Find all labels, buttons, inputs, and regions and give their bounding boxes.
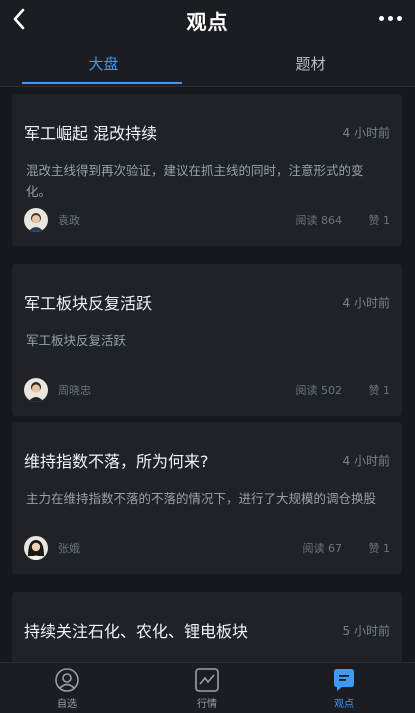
like-count[interactable]: 赞 1 xyxy=(369,382,391,398)
post-card[interactable]: 军工崛起 混改持续 4 小时前 混改主线得到再次验证，建议在抓主线的同时，注意形… xyxy=(12,94,402,246)
post-time: 5 小时前 xyxy=(342,624,390,638)
more-options-button[interactable] xyxy=(373,6,407,30)
more-dots-icon xyxy=(378,15,384,21)
read-count: 阅读 67 xyxy=(302,542,343,555)
more-dot xyxy=(396,15,402,21)
post-feed[interactable]: 军工崛起 混改持续 4 小时前 混改主线得到再次验证，建议在抓主线的同时，注意形… xyxy=(0,88,415,663)
author-name[interactable]: 周晓忠 xyxy=(58,382,91,398)
nav-label: 自选 xyxy=(57,699,77,710)
post-card[interactable]: 持续关注石化、农化、锂电板块 5 小时前 xyxy=(12,592,402,663)
post-summary: 主力在维持指数不落的不落的情况下，进行了大规模的调仓换股 xyxy=(26,491,377,506)
post-time: 4 小时前 xyxy=(342,296,390,310)
author-name[interactable]: 张娥 xyxy=(58,540,80,556)
person-avatar-icon xyxy=(28,213,44,232)
nav-market[interactable]: 行情 xyxy=(167,667,247,711)
post-summary: 军工板块反复活跃 xyxy=(26,333,127,348)
read-count: 阅读 864 xyxy=(295,214,343,227)
tab-market[interactable]: 大盘 xyxy=(0,40,207,86)
author-avatar[interactable] xyxy=(24,378,48,402)
post-title[interactable]: 维持指数不落，所为何来? xyxy=(24,448,209,472)
tab-bar: 大盘 题材 xyxy=(0,40,415,87)
like-count[interactable]: 赞 1 xyxy=(369,212,391,228)
post-title[interactable]: 军工崛起 混改持续 xyxy=(24,120,157,144)
tab-topics[interactable]: 题材 xyxy=(207,40,414,86)
post-title[interactable]: 军工板块反复活跃 xyxy=(24,290,152,314)
post-card[interactable]: 军工板块反复活跃 4 小时前 军工板块反复活跃 周晓忠 阅读 502 赞 1 xyxy=(12,264,402,416)
post-footer: 袁政 阅读 864 赞 1 xyxy=(24,208,390,232)
message-icon xyxy=(334,669,354,691)
like-count[interactable]: 赞 1 xyxy=(369,540,391,556)
user-circle-icon xyxy=(55,668,79,692)
author-avatar[interactable] xyxy=(24,208,48,232)
nav-watchlist[interactable]: 自选 xyxy=(27,667,107,711)
nav-opinions[interactable]: 观点 xyxy=(304,667,384,711)
bottom-nav: 自选 行情 观点 xyxy=(0,662,415,713)
post-time: 4 小时前 xyxy=(342,126,390,140)
person-avatar-icon xyxy=(28,540,44,560)
post-time: 4 小时前 xyxy=(342,454,390,468)
more-dot xyxy=(387,15,393,21)
nav-label: 行情 xyxy=(197,699,217,710)
author-avatar[interactable] xyxy=(24,536,48,560)
top-bar: 观点 xyxy=(0,0,415,40)
chart-icon xyxy=(195,668,219,692)
post-footer: 周晓忠 阅读 502 赞 1 xyxy=(24,378,390,402)
post-title[interactable]: 持续关注石化、农化、锂电板块 xyxy=(24,618,248,642)
post-card[interactable]: 维持指数不落，所为何来? 4 小时前 主力在维持指数不落的不落的情况下，进行了大… xyxy=(12,422,402,574)
person-avatar-icon xyxy=(28,382,44,402)
post-footer: 张娥 阅读 67 赞 1 xyxy=(24,536,390,560)
author-name[interactable]: 袁政 xyxy=(58,212,80,228)
nav-label: 观点 xyxy=(334,699,354,710)
read-count: 阅读 502 xyxy=(295,384,343,397)
page-title: 观点 xyxy=(186,10,229,34)
active-tab-indicator xyxy=(22,82,182,84)
post-summary: 混改主线得到再次验证，建议在抓主线的同时，注意形式的变化。 xyxy=(26,163,364,199)
